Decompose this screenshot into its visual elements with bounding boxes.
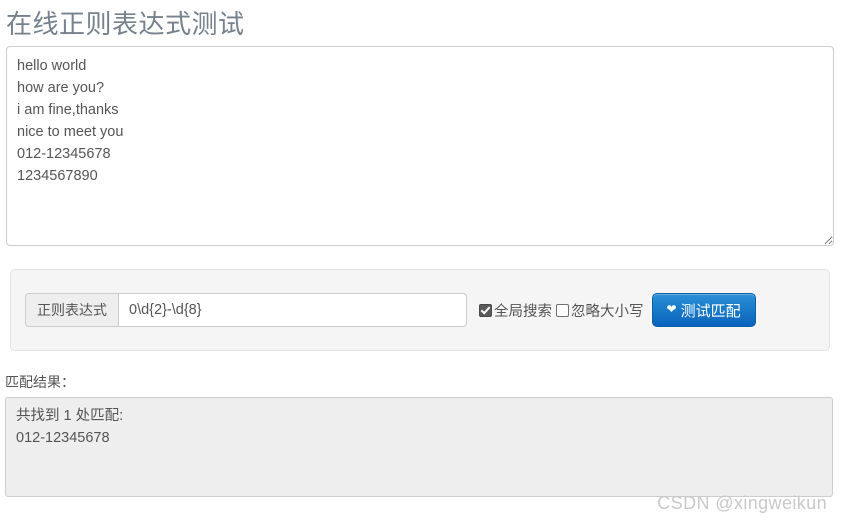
option-ignore-case[interactable]: 忽略大小写 xyxy=(556,300,644,321)
source-text-input[interactable] xyxy=(6,46,834,246)
chevron-down-icon: ❤ xyxy=(666,302,677,316)
option-checkbox-group: 全局搜索 忽略大小写 ❤ 测试匹配 xyxy=(479,293,756,327)
page-title: 在线正则表达式测试 xyxy=(6,9,245,39)
regex-label: 正则表达式 xyxy=(25,293,118,327)
test-match-button[interactable]: ❤ 测试匹配 xyxy=(651,293,756,327)
checkbox-global-search[interactable] xyxy=(479,303,492,317)
result-output: 共找到 1 处匹配: 012-12345678 xyxy=(5,397,833,497)
regex-input[interactable] xyxy=(118,293,467,327)
checkbox-ignore-case[interactable] xyxy=(556,303,569,317)
source-text-container xyxy=(0,46,843,246)
test-match-button-label: 测试匹配 xyxy=(680,302,741,320)
regex-input-group: 正则表达式 xyxy=(25,293,467,327)
option-global-search-label: 全局搜索 xyxy=(494,303,552,320)
result-label: 匹配结果： xyxy=(5,374,75,390)
options-panel: 正则表达式 全局搜索 忽略大小写 ❤ 测试匹配 xyxy=(10,269,830,351)
option-ignore-case-label: 忽略大小写 xyxy=(571,303,644,320)
option-global-search[interactable]: 全局搜索 xyxy=(479,300,552,321)
